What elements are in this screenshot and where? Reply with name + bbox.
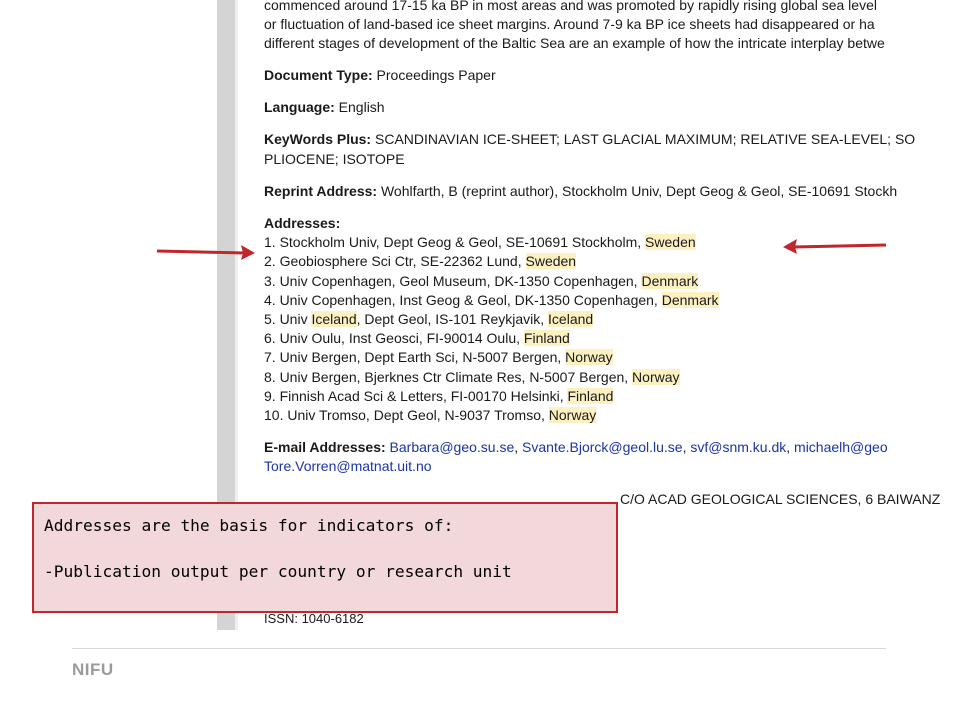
address-item: 4. Univ Copenhagen, Inst Geog & Geol, DK… — [264, 291, 719, 308]
language-field: Language: English — [264, 98, 960, 117]
keywords-plus-value-cont: PLIOCENE; ISOTOPE — [264, 150, 405, 167]
email-link[interactable]: Svante.Bjorck@geol.lu.se — [522, 439, 683, 455]
country-highlight: Finland — [523, 330, 570, 347]
country-highlight: Denmark — [641, 272, 699, 289]
abstract-line: different stages of development of the B… — [264, 35, 885, 51]
email-addresses-label: E-mail Addresses: — [264, 439, 386, 456]
country-highlight: Norway — [548, 407, 597, 424]
address-item: 9. Finnish Acad Sci & Letters, FI-00170 … — [264, 387, 614, 404]
country-highlight: Denmark — [661, 291, 719, 308]
keywords-plus-field: KeyWords Plus: SCANDINAVIAN ICE-SHEET; L… — [264, 130, 960, 168]
address-item: 7. Univ Bergen, Dept Earth Sci, N-5007 B… — [264, 349, 613, 366]
reprint-address-field: Reprint Address: Wohlfarth, B (reprint a… — [264, 182, 960, 201]
reprint-address-value: Wohlfarth, B (reprint author), Stockholm… — [377, 182, 898, 199]
address-item: 8. Univ Bergen, Bjerknes Ctr Climate Res… — [264, 368, 680, 385]
country-highlight: Finland — [567, 387, 614, 404]
address-item: 6. Univ Oulu, Inst Geosci, FI-90014 Oulu… — [264, 330, 570, 347]
address-item: 3. Univ Copenhagen, Geol Museum, DK-1350… — [264, 272, 699, 289]
left-arrow-icon — [156, 245, 255, 260]
nifu-logo: NIFU — [72, 660, 114, 679]
country-highlight: Iceland — [548, 311, 594, 328]
keywords-plus-value: SCANDINAVIAN ICE-SHEET; LAST GLACIAL MAX… — [371, 131, 916, 148]
annotation-line-1: Addresses are the basis for indicators o… — [44, 516, 454, 535]
email-link[interactable]: Barbara@geo.su.se — [390, 439, 515, 455]
document-type-value: Proceedings Paper — [372, 67, 496, 83]
abstract-text: commenced around 17-15 ka BP in most are… — [264, 0, 960, 53]
annotation-line-2: -Publication output per country or resea… — [44, 562, 512, 581]
addresses-label: Addresses: — [264, 215, 341, 232]
annotation-callout-box: Addresses are the basis for indicators o… — [32, 502, 618, 613]
email-addresses-field: E-mail Addresses: Barbara@geo.su.se, Sva… — [264, 439, 888, 475]
country-highlight: Sweden — [525, 253, 577, 270]
country-highlight: Norway — [565, 349, 613, 366]
document-type-field: Document Type: Proceedings Paper — [264, 66, 960, 85]
document-type-label: Document Type: — [264, 67, 373, 83]
address-item: 10. Univ Tromso, Dept Geol, N-9037 Troms… — [264, 407, 597, 424]
email-link[interactable]: michaelh@geo — [794, 439, 888, 455]
email-link[interactable]: Tore.Vorren@matnat.uit.no — [264, 458, 432, 474]
address-item: 5. Univ Iceland, Dept Geol, IS-101 Reykj… — [264, 311, 594, 328]
country-highlight: Norway — [632, 368, 680, 385]
email-link[interactable]: svf@snm.ku.dk — [690, 439, 786, 455]
keywords-plus-label: KeyWords Plus: — [264, 131, 372, 148]
country-highlight: Sweden — [645, 234, 696, 251]
country-highlight: Iceland — [311, 311, 357, 328]
language-label: Language: — [264, 99, 335, 116]
abstract-line: commenced around 17-15 ka BP in most are… — [264, 0, 877, 13]
footer-divider — [72, 648, 886, 649]
language-value: English — [334, 99, 385, 116]
right-arrow-icon — [783, 239, 887, 254]
abstract-line: or fluctuation of land-based ice sheet m… — [264, 16, 875, 32]
reprint-address-label: Reprint Address: — [264, 182, 378, 199]
